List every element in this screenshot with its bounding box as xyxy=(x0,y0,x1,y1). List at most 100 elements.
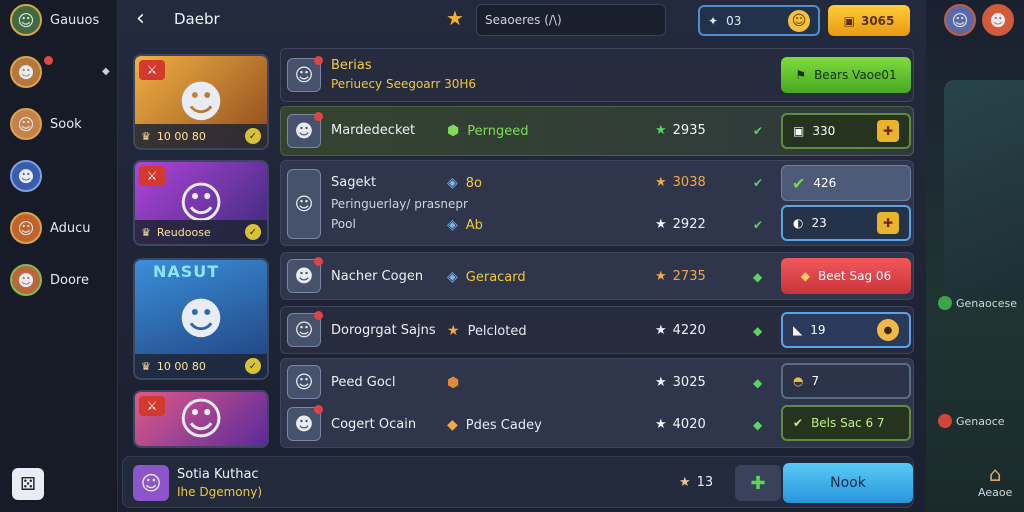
hero-avatar-icon: ☻ xyxy=(287,112,323,148)
check-icon: ◆ xyxy=(753,418,763,432)
currency-value: 03 xyxy=(726,13,742,28)
sidebar: ☺ Gauuos ☻ ◆ ☺ Sook ☻ ☺ Aducu ☻ Doore ⚄ xyxy=(0,0,118,512)
star-icon: ★ xyxy=(655,323,667,338)
row-action-button[interactable]: ◆ Beet Sag 06 xyxy=(781,258,911,294)
action-label: Bears Vaoe01 xyxy=(814,68,897,82)
card-footer: ♛ 10 00 80 ✓ xyxy=(135,124,267,148)
gold-pill[interactable]: ▣ 3065 xyxy=(828,5,910,36)
potion-icon[interactable]: ✚ xyxy=(735,465,781,501)
gem-icon: ✦ xyxy=(708,13,719,28)
sidebar-item-1[interactable]: ☻ xyxy=(10,54,53,90)
gift-icon: ✚ xyxy=(877,212,899,234)
star-icon: ★ xyxy=(655,123,667,138)
bus-icon: ▣ xyxy=(793,124,805,138)
star-icon: ★ xyxy=(655,417,667,432)
row-status: ⬢ xyxy=(447,375,459,391)
row-name: Cogert Ocain xyxy=(331,417,417,432)
friend-avatar-icon[interactable]: ☻ xyxy=(982,4,1014,36)
sidebar-item-0[interactable]: ☺ Gauuos xyxy=(10,2,99,38)
row-score: ★ 4220 xyxy=(655,323,706,338)
sidebar-item-4[interactable]: ☺ Aducu xyxy=(10,210,91,246)
dice-icon[interactable]: ⚄ xyxy=(12,468,44,500)
home-button[interactable]: ⌂ Aeaoe xyxy=(978,462,1012,499)
action-label: 7 xyxy=(811,374,820,388)
coin-icon: ● xyxy=(877,319,899,341)
hero-card[interactable]: ☻ ⚔ ♛ 10 00 80 ✓ xyxy=(133,54,269,150)
button-label: Nook xyxy=(830,475,866,491)
hero-avatar-icon: ☺ xyxy=(10,212,42,244)
sidebar-item-label: Sook xyxy=(50,116,82,132)
rail-item-1[interactable]: Genaoce xyxy=(938,414,1005,428)
currency-pill[interactable]: ✦ 03 ☺ xyxy=(698,5,820,36)
hero-avatar-icon: ☺ xyxy=(10,4,42,36)
right-rail: ☺ ☻ xyxy=(926,0,1024,512)
pot-icon: ◓ xyxy=(793,374,804,388)
background-building xyxy=(944,80,1024,300)
diamond-icon: ◆ xyxy=(800,269,811,283)
rail-item-0[interactable]: Genaocese xyxy=(938,296,1017,310)
check-icon: ◆ xyxy=(753,324,763,338)
star-icon: ★ xyxy=(679,475,691,490)
star-icon: ★ xyxy=(655,269,667,284)
row-status: ★ Pelcloted xyxy=(447,323,527,339)
row-action-button[interactable]: ▣ 330 ✚ xyxy=(781,113,911,149)
table-row[interactable]: ☻ Mardedecket ⬢ Perngeed ★ 2935 ✔ ▣ 330 ✚ xyxy=(280,106,914,156)
star-icon[interactable]: ★ xyxy=(446,6,464,30)
table-row[interactable]: ☺ Sagekt Peringuerlay/ prasnepr Pool ◈ 8o… xyxy=(280,160,914,246)
featured-row[interactable]: ☺ Berias Periuecy Seegoarr 30H6 ⚑ Bears … xyxy=(280,48,914,102)
search-input[interactable]: Seaoeres (/\) xyxy=(476,4,666,36)
hero-avatar-icon: ☺ xyxy=(287,311,323,347)
row-action-button[interactable]: ✔ Bels Sac 6 7 xyxy=(781,405,911,441)
player-avatar-icon: ☺ xyxy=(133,465,169,501)
check-icon: ◆ xyxy=(753,270,763,284)
row-status: ◈ 8o xyxy=(447,175,483,191)
player-avatar-icon[interactable]: ☺ xyxy=(944,4,976,36)
hero-avatar-icon: ☻ xyxy=(287,405,323,441)
row-action-button[interactable]: ◣ 19 ● xyxy=(781,312,911,348)
sidebar-item-2[interactable]: ☺ Sook xyxy=(10,106,82,142)
hero-avatar-icon: ☻ xyxy=(10,56,42,88)
card-footer-value: 10 00 80 xyxy=(156,129,206,143)
sidebar-item-3[interactable]: ☻ xyxy=(10,158,42,194)
diamond-icon: ◆ xyxy=(447,417,458,433)
table-row[interactable]: ☺ Dorogrgat Sajns ★ Pelcloted ★ 4220 ◆ ◣ 1… xyxy=(280,306,914,354)
hero-avatar-icon: ☺ xyxy=(287,169,321,239)
row-status: ◈ Ab xyxy=(447,217,483,233)
star-icon: ★ xyxy=(655,217,667,232)
row-action-button[interactable]: ◐ 23 ✚ xyxy=(781,205,911,241)
sidebar-item-5[interactable]: ☻ Doore xyxy=(10,262,89,298)
row-score: ★ 2935 xyxy=(655,123,706,138)
sword-icon: ⚔ xyxy=(139,166,165,186)
game-screen: ☺ Gauuos ☻ ◆ ☺ Sook ☻ ☺ Aducu ☻ Doore ⚄ … xyxy=(0,0,1024,512)
footer-bar: ☺ Sotia Kuthac Ihe Dgemony) ★ 13 ✚ Nook xyxy=(122,456,914,508)
row-score: ★ 2922 xyxy=(655,217,706,232)
row-action-button[interactable]: ◓ 7 xyxy=(781,363,911,399)
row-subtitle: Peringuerlay/ prasnepr xyxy=(331,197,468,211)
card-footer-value: Reudoose xyxy=(156,225,211,239)
action-label: Bels Sac 6 7 xyxy=(811,416,885,430)
primary-action-button[interactable]: Nook xyxy=(783,463,913,503)
table-row[interactable]: ☻ Nacher Cogen ◈ Geracard ★ 2735 ◆ ◆ Beet … xyxy=(280,252,914,300)
back-arrow-icon[interactable]: ‹ xyxy=(136,6,145,31)
sword-icon: ⚔ xyxy=(139,60,165,80)
red-gem-icon xyxy=(938,414,952,428)
check-icon: ✓ xyxy=(245,128,261,144)
row-name: Peed Gocl xyxy=(331,375,396,390)
table-row[interactable]: ☺ Peed Gocl ⬢ ★ 3025 ◆ ◓ 7 ☻ Cogert Ocain… xyxy=(280,358,914,448)
action-label: Beet Sag 06 xyxy=(818,269,892,283)
crown-icon: ♛ xyxy=(141,129,151,143)
row-action-button[interactable]: ✔ 426 xyxy=(781,165,911,201)
search-value: Seaoeres (/\) xyxy=(485,13,562,27)
action-label: 19 xyxy=(810,323,826,337)
chevron-down-icon[interactable]: ◆ xyxy=(102,66,110,77)
hero-avatar-icon: ☻ xyxy=(10,264,42,296)
hero-card[interactable]: ☺ ⚔ xyxy=(133,390,269,448)
footer-name: Sotia Kuthac xyxy=(177,467,259,482)
footer-subtitle: Ihe Dgemony) xyxy=(177,485,263,499)
featured-action-button[interactable]: ⚑ Bears Vaoe01 xyxy=(781,57,911,93)
hero-card[interactable]: ☻ NASUT ♛ 10 00 80 ✓ xyxy=(133,258,269,380)
star-icon: ★ xyxy=(447,323,460,339)
hero-card[interactable]: ☺ ⚔ ♛ Reudoose ✓ xyxy=(133,160,269,246)
row-score: ★ 3038 xyxy=(655,175,706,190)
hero-avatar-icon: ☺ xyxy=(10,108,42,140)
